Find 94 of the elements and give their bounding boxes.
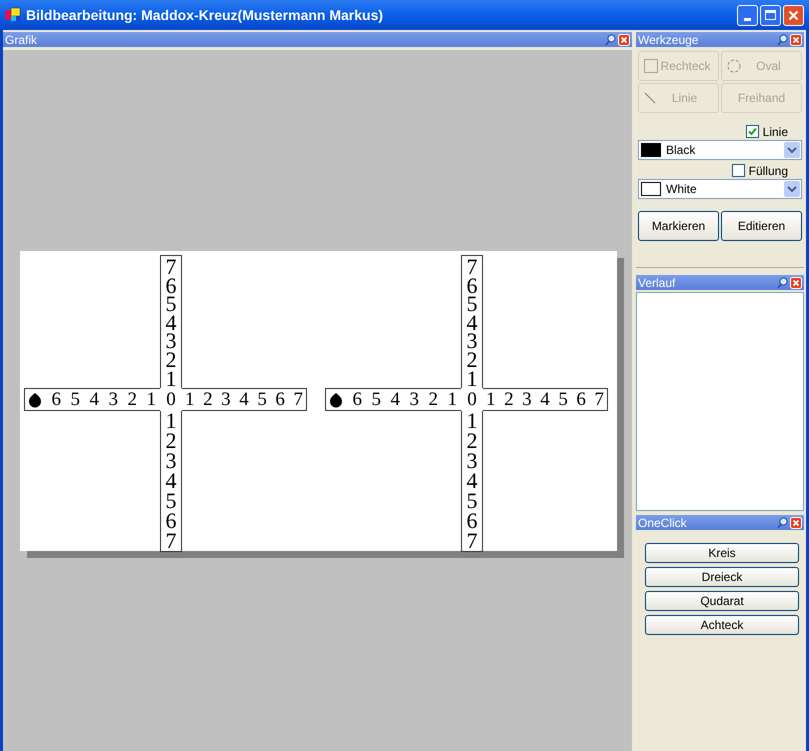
scale-digit: 7	[164, 531, 178, 552]
scale-digit: 6	[576, 390, 586, 410]
scale-digit: 5	[466, 491, 478, 512]
close-icon	[788, 10, 799, 20]
scale-digit: 6	[352, 390, 362, 410]
close-icon[interactable]	[790, 276, 802, 288]
color-dropdown[interactable]: Black	[638, 140, 802, 160]
scale-digit: 3	[108, 390, 118, 410]
rectangle-icon	[644, 59, 658, 73]
scale-digit: 2	[428, 390, 438, 410]
scale-digit: 3	[410, 390, 419, 410]
checkbox-label: Linie	[762, 126, 788, 138]
shape-button[interactable]: Dreieck	[645, 567, 799, 587]
minimize-button[interactable]	[737, 4, 758, 26]
scale-digit: 7	[466, 258, 478, 277]
scale-digit: 7	[466, 531, 478, 552]
scale-digit: 4	[164, 314, 178, 332]
dropdown-value: White	[666, 183, 698, 195]
diagonal-line-icon	[644, 92, 656, 104]
scale-digit: 6	[164, 511, 178, 532]
history-list[interactable]	[636, 292, 804, 511]
scale-digit: 1	[466, 370, 478, 388]
scale-digit: 1	[146, 390, 156, 410]
scale-digit: 2	[504, 390, 514, 410]
scale-digit: 1	[466, 411, 478, 432]
scale-digit: 2	[164, 350, 178, 370]
scale-digit: 3	[164, 332, 178, 351]
scale-digit: 1	[164, 411, 178, 432]
scale-digit: 1	[164, 370, 178, 388]
scale-digit: 6	[164, 276, 178, 296]
app-icon	[5, 7, 21, 23]
scale-digit: 3	[466, 451, 478, 472]
chevron-down-icon[interactable]	[784, 181, 800, 197]
color-dropdown[interactable]: White	[638, 179, 802, 199]
scale-digit: 4	[466, 314, 478, 332]
scale-digit: 5	[372, 390, 381, 410]
scale-digit: 7	[293, 390, 303, 410]
close-icon[interactable]	[618, 34, 630, 46]
panel-title: Verlauf	[638, 276, 676, 288]
image-canvas[interactable]: 7 6 5 4 3 2 1 6 5 4 3 2 1 0 1 2 3 4 5 6 7 1 2 3 4 5 6 7 7 6 5 4 3 2 1 6 5 4 3 2 1 0 1 2 3 4 5 6 7 1 2 3 4 5 6 7	[20, 251, 617, 551]
action-button[interactable]: Editieren	[721, 211, 802, 241]
maximize-icon	[765, 10, 776, 20]
checkbox-label: Füllung	[748, 164, 788, 176]
shape-button[interactable]: Achteck	[645, 615, 799, 635]
maximize-button[interactable]	[760, 4, 781, 26]
panel-title: Werkzeuge	[638, 34, 698, 46]
scale-digit: 0	[467, 390, 477, 410]
scale-digit: 5	[70, 390, 80, 410]
scale-digit: 1	[185, 390, 194, 410]
action-button[interactable]: Markieren	[638, 211, 719, 241]
scale-digit: 5	[164, 491, 178, 512]
scale-digit: 6	[466, 511, 478, 532]
dropdown-value: Black	[666, 144, 696, 156]
panel-title: OneClick	[638, 516, 687, 528]
close-button[interactable]	[783, 4, 804, 26]
dashed-circle-icon	[727, 59, 741, 73]
scale-digit: 3	[164, 451, 178, 472]
check-icon	[748, 127, 757, 136]
scale-digit: 4	[390, 390, 400, 410]
close-icon[interactable]	[790, 516, 802, 528]
scale-digit: 2	[466, 350, 478, 370]
scale-digit: 2	[164, 431, 178, 452]
scale-digit: 7	[594, 390, 604, 410]
scale-digit: 4	[239, 390, 249, 410]
scale-digit: 1	[448, 390, 457, 410]
window-title: Bildbearbeitung: Maddox-Kreuz(Mustermann Markus)	[26, 6, 384, 25]
scale-digit: 5	[257, 390, 267, 410]
scale-digit: 4	[164, 471, 178, 492]
scale-digit: 3	[466, 332, 478, 351]
scale-digit: 5	[558, 390, 568, 410]
scale-digit: 0	[166, 390, 176, 410]
close-icon[interactable]	[790, 34, 802, 46]
scale-digit: 2	[203, 390, 213, 410]
scale-digit: 4	[540, 390, 550, 410]
scale-digit: 5	[466, 295, 478, 314]
shape-button[interactable]: Qudarat	[645, 591, 799, 611]
scale-digit: 3	[522, 390, 532, 410]
scale-digit: 2	[466, 431, 478, 452]
scale-digit: 6	[275, 390, 285, 410]
scale-digit: 6	[466, 276, 478, 296]
scale-digit: 2	[128, 390, 137, 410]
chevron-down-icon[interactable]	[784, 142, 800, 158]
scale-digit: 7	[164, 258, 178, 277]
scale-digit: 6	[52, 390, 61, 410]
scale-digit: 4	[90, 390, 99, 410]
scale-digit: 3	[221, 390, 231, 410]
checkbox[interactable]	[746, 125, 759, 138]
shape-button[interactable]: Kreis	[645, 543, 799, 563]
scale-digit: 5	[164, 295, 178, 314]
panel-title: Grafik	[5, 34, 38, 46]
minimize-icon	[744, 18, 751, 20]
scale-digit: 1	[486, 390, 496, 410]
scale-digit: 4	[466, 471, 478, 492]
checkbox[interactable]	[732, 164, 745, 177]
